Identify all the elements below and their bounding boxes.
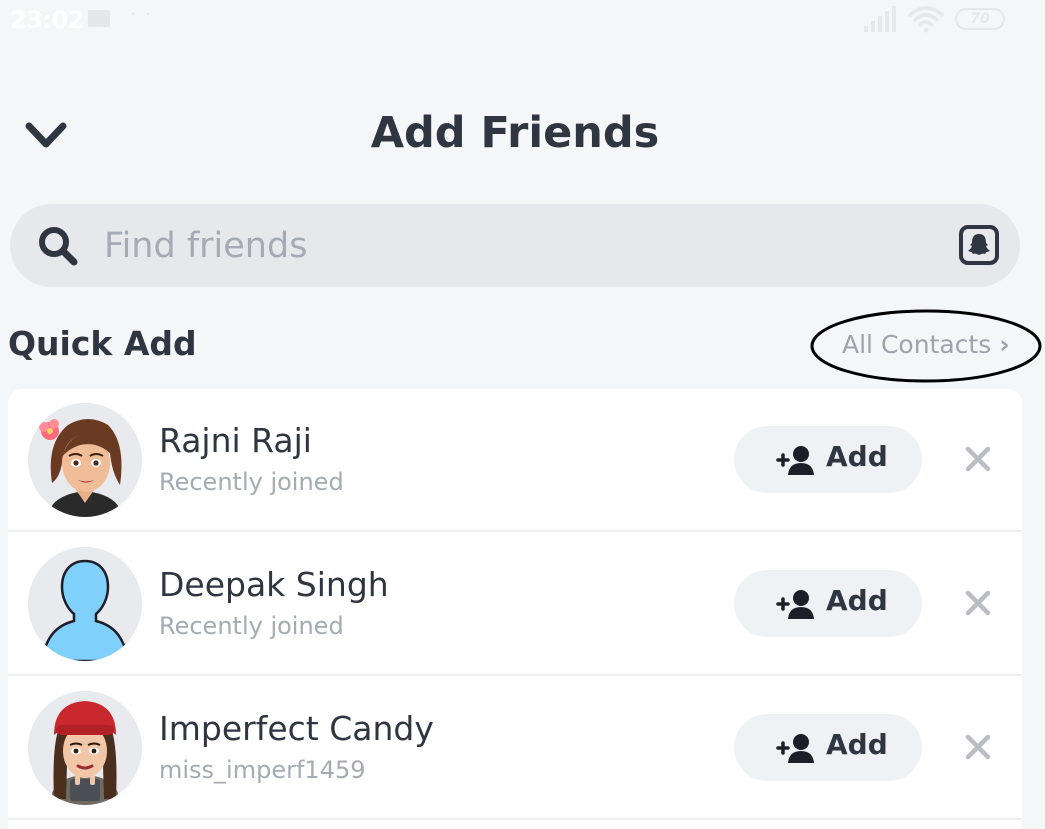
list-item[interactable]: Imperfect Candy miss_imperf1459 Add [8,677,1022,820]
bitmoji-avatar[interactable] [28,403,142,517]
add-user-icon [776,446,814,475]
bitmoji-avatar[interactable] [28,691,142,805]
close-icon[interactable] [964,445,992,473]
quick-add-list: Rajni Raji Recently joined Add Deepak Si… [8,389,1022,829]
status-time: 23:02 [10,6,84,34]
list-item[interactable]: Deepak Singh Recently joined Add [8,533,1022,676]
status-bar: 23:02 · · 70 [0,0,1045,44]
close-icon[interactable] [964,589,992,617]
search-icon [39,227,78,266]
friend-subtext: Recently joined [159,468,344,496]
mail-icon [88,10,110,27]
default-silhouette-avatar[interactable] [28,547,142,661]
close-icon[interactable] [964,733,992,761]
add-label: Add [826,728,888,761]
add-friend-button[interactable]: Add [734,426,922,493]
list-item[interactable]: Rajni Raji Recently joined Add [8,389,1022,532]
annotation-ellipse [810,309,1042,383]
add-friends-screen: 23:02 · · 70 Add Friends Find friends Qu… [0,0,1045,829]
friend-name: Deepak Singh [159,565,389,604]
add-friend-button[interactable]: Add [734,714,922,781]
quick-add-title: Quick Add [8,324,197,363]
battery-icon: 70 [955,8,1005,30]
page-title: Add Friends [370,108,660,158]
wifi-icon [908,6,944,33]
add-user-icon [776,590,814,619]
status-dots: · · [130,4,154,25]
add-user-icon [776,734,814,763]
snapcode-icon[interactable] [958,224,1000,266]
search-input[interactable] [102,220,926,272]
add-label: Add [826,440,888,473]
signal-icon [864,6,896,32]
add-friend-button[interactable]: Add [734,570,922,637]
friend-name: Rajni Raji [159,421,312,460]
friend-subtext: Recently joined [159,612,344,640]
friend-name: Imperfect Candy [159,709,434,748]
search-bar[interactable] [10,204,1020,287]
friend-username: miss_imperf1459 [159,756,366,784]
add-label: Add [826,584,888,617]
